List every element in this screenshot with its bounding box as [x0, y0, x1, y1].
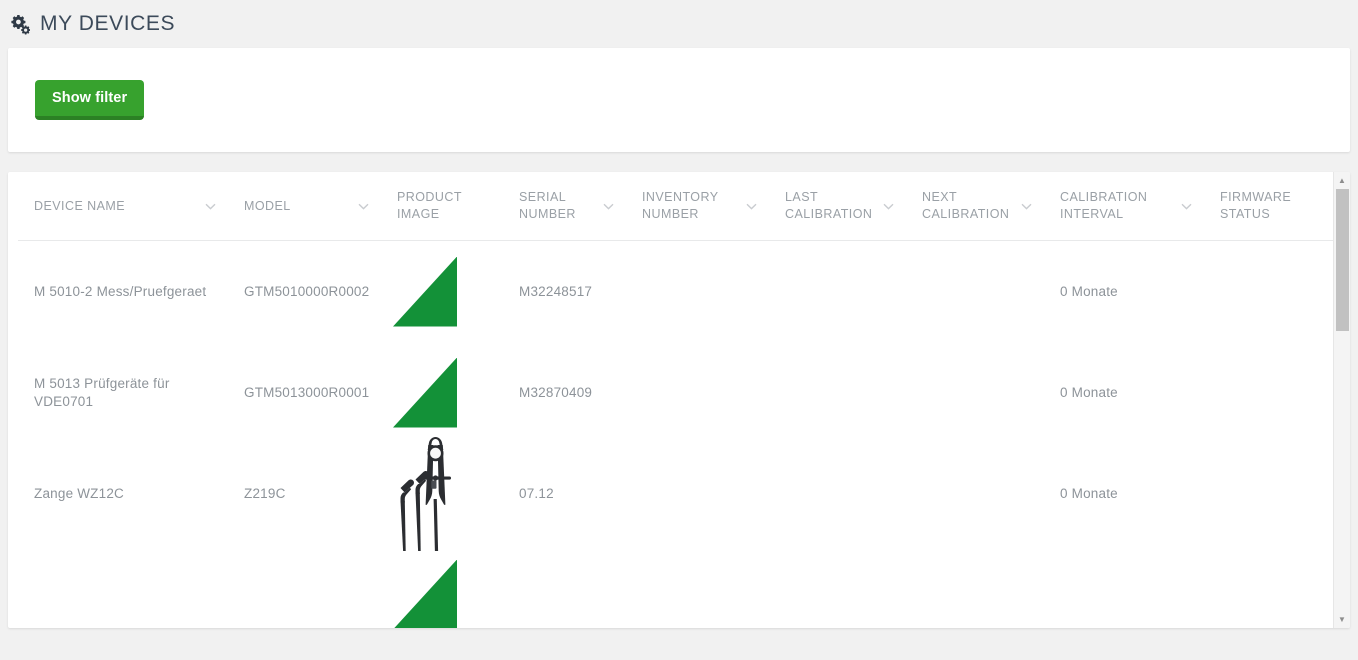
table-row[interactable]	[8, 544, 1333, 628]
chevron-down-icon[interactable]	[358, 203, 369, 210]
chevron-down-icon[interactable]	[603, 203, 614, 210]
column-header-label: NEXT CALIBRATION	[922, 190, 1010, 221]
cell-serial-number	[505, 544, 628, 628]
cell-last-calibration	[771, 241, 908, 342]
chevron-down-icon[interactable]	[205, 203, 216, 210]
column-header-label: SERIAL NUMBER	[519, 190, 576, 221]
cell-last-calibration	[771, 544, 908, 628]
cell-model	[230, 544, 383, 628]
cell-firmware-status	[1206, 544, 1333, 628]
page-header: MY DEVICES	[0, 0, 1358, 48]
column-header-next-calibration[interactable]: NEXT CALIBRATION	[908, 172, 1046, 241]
column-header-serial-number[interactable]: SERIAL NUMBER	[505, 172, 628, 241]
cell-firmware-status	[1206, 443, 1333, 544]
cell-last-calibration	[771, 443, 908, 544]
chevron-down-icon[interactable]	[1021, 203, 1032, 210]
cell-device-name: Zange WZ12C	[34, 485, 124, 501]
cogs-icon	[8, 13, 30, 35]
cell-product-image	[383, 544, 505, 628]
cell-serial-number: M32870409	[519, 384, 593, 400]
page-title: MY DEVICES	[40, 11, 176, 35]
column-header-label: PRODUCT IMAGE	[397, 190, 462, 221]
cell-product-image	[383, 436, 505, 551]
scroll-up-arrow-icon[interactable]: ▲	[1334, 172, 1351, 189]
table-body: M 5010-2 Mess/Pruefgeraet GTM5010000R000…	[8, 241, 1333, 628]
cell-inventory-number	[628, 443, 771, 544]
cell-model: GTM5010000R0002	[244, 283, 370, 299]
column-header-label: LAST CALIBRATION	[785, 190, 873, 221]
column-header-inventory-number[interactable]: INVENTORY NUMBER	[628, 172, 771, 241]
green-triangle-thumbnail-icon	[393, 560, 457, 629]
column-header-label: DEVICE NAME	[34, 198, 126, 213]
cell-last-calibration	[771, 342, 908, 443]
cell-next-calibration	[908, 443, 1046, 544]
cell-serial-number: M32248517	[519, 283, 593, 299]
cell-serial-number: 07.12	[519, 485, 554, 501]
cell-next-calibration	[908, 544, 1046, 628]
scrollbar-thumb[interactable]	[1336, 189, 1349, 331]
table-row[interactable]: M 5013 Prüfgeräte für VDE0701 GTM5013000…	[8, 342, 1333, 443]
cell-firmware-status	[1206, 342, 1333, 443]
column-header-calibration-interval[interactable]: CALIBRATION INTERVAL	[1046, 172, 1206, 241]
table-row[interactable]: M 5010-2 Mess/Pruefgeraet GTM5010000R000…	[8, 241, 1333, 342]
cell-inventory-number	[628, 342, 771, 443]
cell-calibration-interval: 0 Monate	[1060, 485, 1118, 501]
column-header-label: MODEL	[244, 198, 291, 213]
chevron-down-icon[interactable]	[1181, 203, 1192, 210]
cell-model: GTM5013000R0001	[244, 384, 370, 400]
column-header-last-calibration[interactable]: LAST CALIBRATION	[771, 172, 908, 241]
devices-table: DEVICE NAME MODEL PRODUCT IMAGE SERIAL N…	[8, 172, 1333, 628]
table-row[interactable]: Zange WZ12C Z219C 07.12 0 Monate	[8, 436, 1333, 551]
table-header-row: DEVICE NAME MODEL PRODUCT IMAGE SERIAL N…	[8, 172, 1333, 241]
column-header-product-image: PRODUCT IMAGE	[383, 172, 505, 241]
chevron-down-icon[interactable]	[746, 203, 757, 210]
cell-inventory-number	[628, 544, 771, 628]
pliers-tool-thumbnail-icon	[393, 433, 459, 555]
green-triangle-thumbnail-icon	[393, 257, 457, 327]
green-triangle-thumbnail-icon	[393, 358, 457, 428]
table-vertical-scrollbar[interactable]: ▲ ▼	[1333, 172, 1350, 628]
column-header-label: INVENTORY NUMBER	[642, 190, 719, 221]
column-header-firmware-status[interactable]: FIRMWARE STATUS	[1206, 172, 1333, 241]
scroll-down-arrow-icon[interactable]: ▼	[1334, 611, 1351, 628]
cell-device-name: M 5010-2 Mess/Pruefgeraet	[34, 283, 207, 299]
cell-product-image	[383, 342, 505, 443]
cell-next-calibration	[908, 241, 1046, 342]
cell-device-name: M 5013 Prüfgeräte für VDE0701	[34, 375, 170, 409]
cell-firmware-status	[1206, 241, 1333, 342]
cell-next-calibration	[908, 342, 1046, 443]
cell-calibration-interval: 0 Monate	[1060, 283, 1118, 299]
cell-inventory-number	[628, 241, 771, 342]
show-filter-button[interactable]: Show filter	[35, 80, 145, 120]
devices-table-card: DEVICE NAME MODEL PRODUCT IMAGE SERIAL N…	[8, 172, 1350, 628]
column-header-model[interactable]: MODEL	[230, 172, 383, 241]
scrollbar-track[interactable]	[1334, 189, 1350, 611]
cell-device-name	[18, 544, 230, 628]
cell-model: Z219C	[244, 485, 286, 501]
column-header-device-name[interactable]: DEVICE NAME	[18, 172, 230, 241]
cell-calibration-interval	[1046, 544, 1206, 628]
filter-panel: Show filter	[8, 48, 1350, 152]
cell-calibration-interval: 0 Monate	[1060, 384, 1118, 400]
column-header-label: FIRMWARE STATUS	[1220, 190, 1292, 221]
cell-product-image	[383, 241, 505, 342]
column-header-label: CALIBRATION INTERVAL	[1060, 190, 1148, 221]
chevron-down-icon[interactable]	[883, 203, 894, 210]
